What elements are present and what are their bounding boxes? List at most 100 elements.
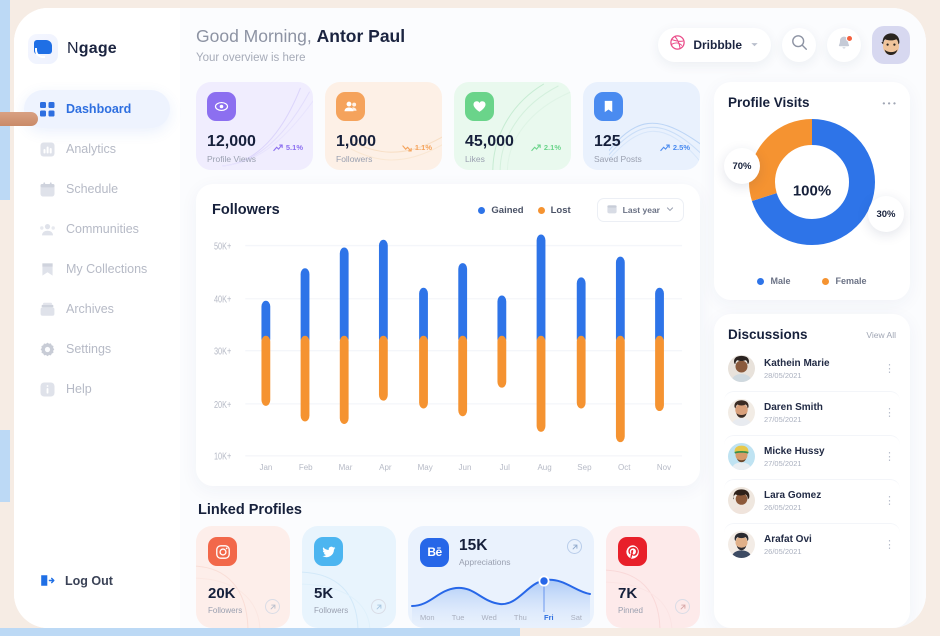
brand-name-bold: gage bbox=[78, 40, 117, 57]
sidebar-item-communities[interactable]: Communities bbox=[24, 210, 170, 248]
day-tick: Wed bbox=[481, 613, 497, 622]
donut-bubble-female: 30% bbox=[868, 196, 904, 232]
stat-card-profile-views[interactable]: 12,000 Profile Views 5.1% bbox=[196, 82, 313, 170]
trend-up-icon bbox=[660, 144, 670, 151]
discussion-info: Lara Gomez 26/05/2021 bbox=[764, 490, 821, 512]
donut-legend: Male Female bbox=[714, 270, 910, 300]
svg-text:30K+: 30K+ bbox=[214, 346, 231, 357]
list-item[interactable]: Arafat Ovi 26/05/2021 ⋮ bbox=[724, 523, 900, 565]
stat-delta: 2.5% bbox=[660, 143, 690, 152]
x-tick: Jun bbox=[458, 463, 472, 472]
archive-icon bbox=[40, 302, 55, 317]
legend-dot bbox=[537, 206, 545, 214]
open-arrow-icon[interactable] bbox=[675, 599, 690, 614]
brand-name-light: N bbox=[67, 40, 79, 57]
x-tick: Feb bbox=[298, 463, 313, 472]
x-tick: Aug bbox=[537, 463, 552, 472]
trend-up-icon bbox=[273, 144, 283, 151]
source-selector[interactable]: Dribbble bbox=[658, 28, 771, 62]
sidebar-item-dashboard[interactable]: Dashboard bbox=[24, 90, 170, 128]
chart-header: Followers Gained Lost Last year bbox=[212, 198, 684, 222]
list-item[interactable]: Daren Smith 27/05/2021 ⋮ bbox=[724, 391, 900, 433]
sidebar-item-label: Archives bbox=[66, 302, 114, 316]
eye-icon bbox=[207, 92, 236, 121]
more-vertical-icon[interactable]: ⋮ bbox=[884, 538, 896, 551]
cast-signal-icon bbox=[28, 34, 58, 64]
open-arrow-icon[interactable] bbox=[567, 539, 582, 554]
list-item[interactable]: Kathein Marie 28/05/2021 ⋮ bbox=[724, 348, 900, 389]
content-area: 12,000 Profile Views 5.1% 1,000 Follower… bbox=[196, 82, 910, 628]
stat-delta-value: 2.1% bbox=[543, 143, 561, 152]
more-horizontal-icon[interactable]: • • • bbox=[882, 98, 896, 108]
linked-profile-label: Followers bbox=[314, 606, 349, 615]
linked-profile-twitter[interactable]: 5K Followers bbox=[302, 526, 396, 628]
linked-profiles-section: Linked Profiles 20K Followers 5K Followe… bbox=[196, 500, 700, 628]
chart-legend: Gained Lost Last year bbox=[478, 198, 684, 222]
svg-text:40K+: 40K+ bbox=[214, 294, 231, 305]
profile-visits-header: Profile Visits • • • bbox=[714, 82, 910, 110]
chart-title: Followers bbox=[212, 202, 280, 218]
more-vertical-icon[interactable]: ⋮ bbox=[884, 406, 896, 419]
date-range-selector[interactable]: Last year bbox=[596, 198, 684, 222]
bar-chart-icon bbox=[40, 142, 55, 157]
open-arrow-icon[interactable] bbox=[371, 599, 386, 614]
brand: Ngage bbox=[14, 26, 180, 64]
profile-visits-card: Profile Visits • • • 100% 70% 30% Male F… bbox=[714, 82, 910, 300]
linked-profiles-row: 20K Followers 5K Followers Bē 15K Apprec… bbox=[196, 526, 700, 628]
linked-profile-label: Followers bbox=[208, 606, 243, 615]
sidebar-item-label: Settings bbox=[66, 342, 112, 356]
discussions-card: Discussions View All Kathein Marie 28/05… bbox=[714, 314, 910, 628]
stat-delta-value: 5.1% bbox=[285, 143, 303, 152]
profile-visits-title: Profile Visits bbox=[728, 95, 810, 110]
topbar-actions: Dribbble bbox=[658, 26, 910, 64]
sidebar-item-my-collections[interactable]: My Collections bbox=[24, 250, 170, 288]
stat-card-followers[interactable]: 1,000 Followers 1.1% bbox=[325, 82, 442, 170]
more-vertical-icon[interactable]: ⋮ bbox=[884, 450, 896, 463]
followers-plot: 50K+ 40K+ 30K+ 20K+ 10K+ bbox=[212, 230, 684, 461]
x-tick: Jul bbox=[499, 463, 510, 472]
sidebar-item-analytics[interactable]: Analytics bbox=[24, 130, 170, 168]
donut-chart: 100% 70% 30% bbox=[714, 112, 910, 270]
linked-profile-pinterest[interactable]: 7K Pinned bbox=[606, 526, 700, 628]
stat-card-likes[interactable]: 45,000 Likes 2.1% bbox=[454, 82, 571, 170]
sidebar-item-settings[interactable]: Settings bbox=[24, 330, 170, 368]
linked-profile-behance[interactable]: Bē 15K Appreciations Mon Tue Wed Thu Fri… bbox=[408, 526, 594, 628]
search-button[interactable] bbox=[782, 28, 816, 62]
calendar-icon bbox=[607, 204, 617, 216]
open-arrow-icon[interactable] bbox=[265, 599, 280, 614]
discussions-title: Discussions bbox=[728, 327, 808, 342]
legend-item-lost: Lost bbox=[537, 205, 571, 216]
more-vertical-icon[interactable]: ⋮ bbox=[884, 362, 896, 375]
list-item[interactable]: Micke Hussy 27/05/2021 ⋮ bbox=[724, 435, 900, 477]
info-icon bbox=[40, 382, 55, 397]
x-tick: Sep bbox=[577, 463, 592, 472]
legend-label: Male bbox=[770, 276, 791, 286]
sidebar-item-label: My Collections bbox=[66, 262, 148, 276]
sidebar: Ngage Dashboard Analytics Schedule Commu… bbox=[14, 8, 180, 628]
gear-icon bbox=[40, 342, 55, 357]
discussions-list: Kathein Marie 28/05/2021 ⋮ Daren Smith 2… bbox=[714, 342, 910, 575]
logout-button[interactable]: Log Out bbox=[14, 573, 180, 588]
list-item[interactable]: Lara Gomez 26/05/2021 ⋮ bbox=[724, 479, 900, 521]
svg-text:10K+: 10K+ bbox=[214, 451, 231, 461]
heart-icon bbox=[465, 92, 494, 121]
sidebar-item-archives[interactable]: Archives bbox=[24, 290, 170, 328]
more-vertical-icon[interactable]: ⋮ bbox=[884, 494, 896, 507]
stat-delta: 5.1% bbox=[273, 143, 303, 152]
trend-up-icon bbox=[531, 144, 541, 151]
dribbble-icon bbox=[670, 35, 686, 55]
followers-chart-card: Followers Gained Lost Last year 50K+ 40K… bbox=[196, 184, 700, 486]
view-all-link[interactable]: View All bbox=[866, 330, 896, 340]
svg-text:50K+: 50K+ bbox=[214, 240, 231, 251]
behance-icon: Bē bbox=[420, 537, 449, 567]
sidebar-item-schedule[interactable]: Schedule bbox=[24, 170, 170, 208]
x-tick: Apr bbox=[379, 463, 392, 472]
notifications-button[interactable] bbox=[827, 28, 861, 62]
linked-profile-instagram[interactable]: 20K Followers bbox=[196, 526, 290, 628]
bottom-edge-accent bbox=[0, 628, 520, 636]
avatar[interactable] bbox=[872, 26, 910, 64]
sidebar-item-label: Schedule bbox=[66, 182, 119, 196]
stat-label: Saved Posts bbox=[594, 154, 642, 164]
sidebar-item-help[interactable]: Help bbox=[24, 370, 170, 408]
stat-card-saved-posts[interactable]: 125 Saved Posts 2.5% bbox=[583, 82, 700, 170]
